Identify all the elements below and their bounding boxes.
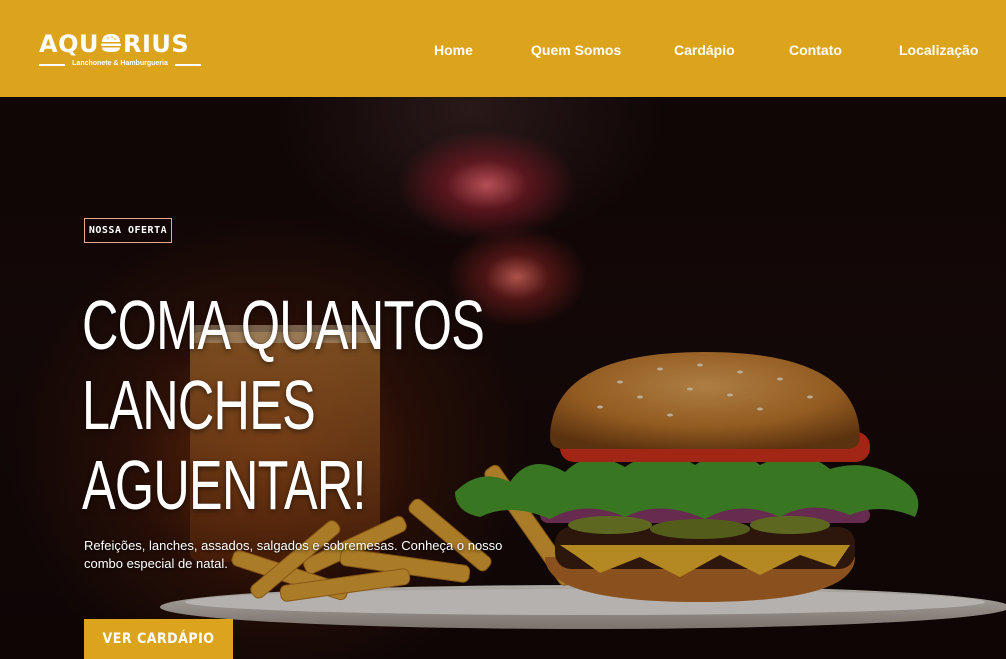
hero-description: Refeições, lanches, assados, salgados e … (84, 538, 503, 571)
logo-tagline: Lanchonete & Hamburgueria (72, 60, 168, 67)
nav-item-localizacao[interactable]: Localização (899, 40, 978, 60)
offer-badge: NOSSA OFERTA (84, 218, 172, 243)
hero-headline-line-1: COMA QUANTOS (82, 286, 485, 364)
logo-divider-right (175, 64, 201, 66)
hero-headline-line-3: AGUENTAR! (82, 446, 367, 524)
nav-item-contato[interactable]: Contato (789, 40, 842, 60)
main-nav: Home Quem Somos Cardápio Contato Localiz… (0, 40, 1006, 60)
view-menu-button[interactable]: VER CARDÁPIO (84, 619, 233, 659)
hero-headline-line-2: LANCHES (82, 366, 316, 444)
logo-divider-left (39, 64, 65, 66)
hero-headline: COMA QUANTOS LANCHES AGUENTAR! (82, 285, 485, 525)
hero-section: NOSSA OFERTA COMA QUANTOS LANCHES AGUENT… (0, 97, 1006, 659)
site-header: AQU RIUS Lanchonete & Hamburgueria Home … (0, 0, 1006, 97)
nav-item-cardapio[interactable]: Cardápio (674, 40, 735, 60)
nav-item-home[interactable]: Home (434, 40, 473, 60)
nav-item-quem-somos[interactable]: Quem Somos (531, 40, 621, 60)
